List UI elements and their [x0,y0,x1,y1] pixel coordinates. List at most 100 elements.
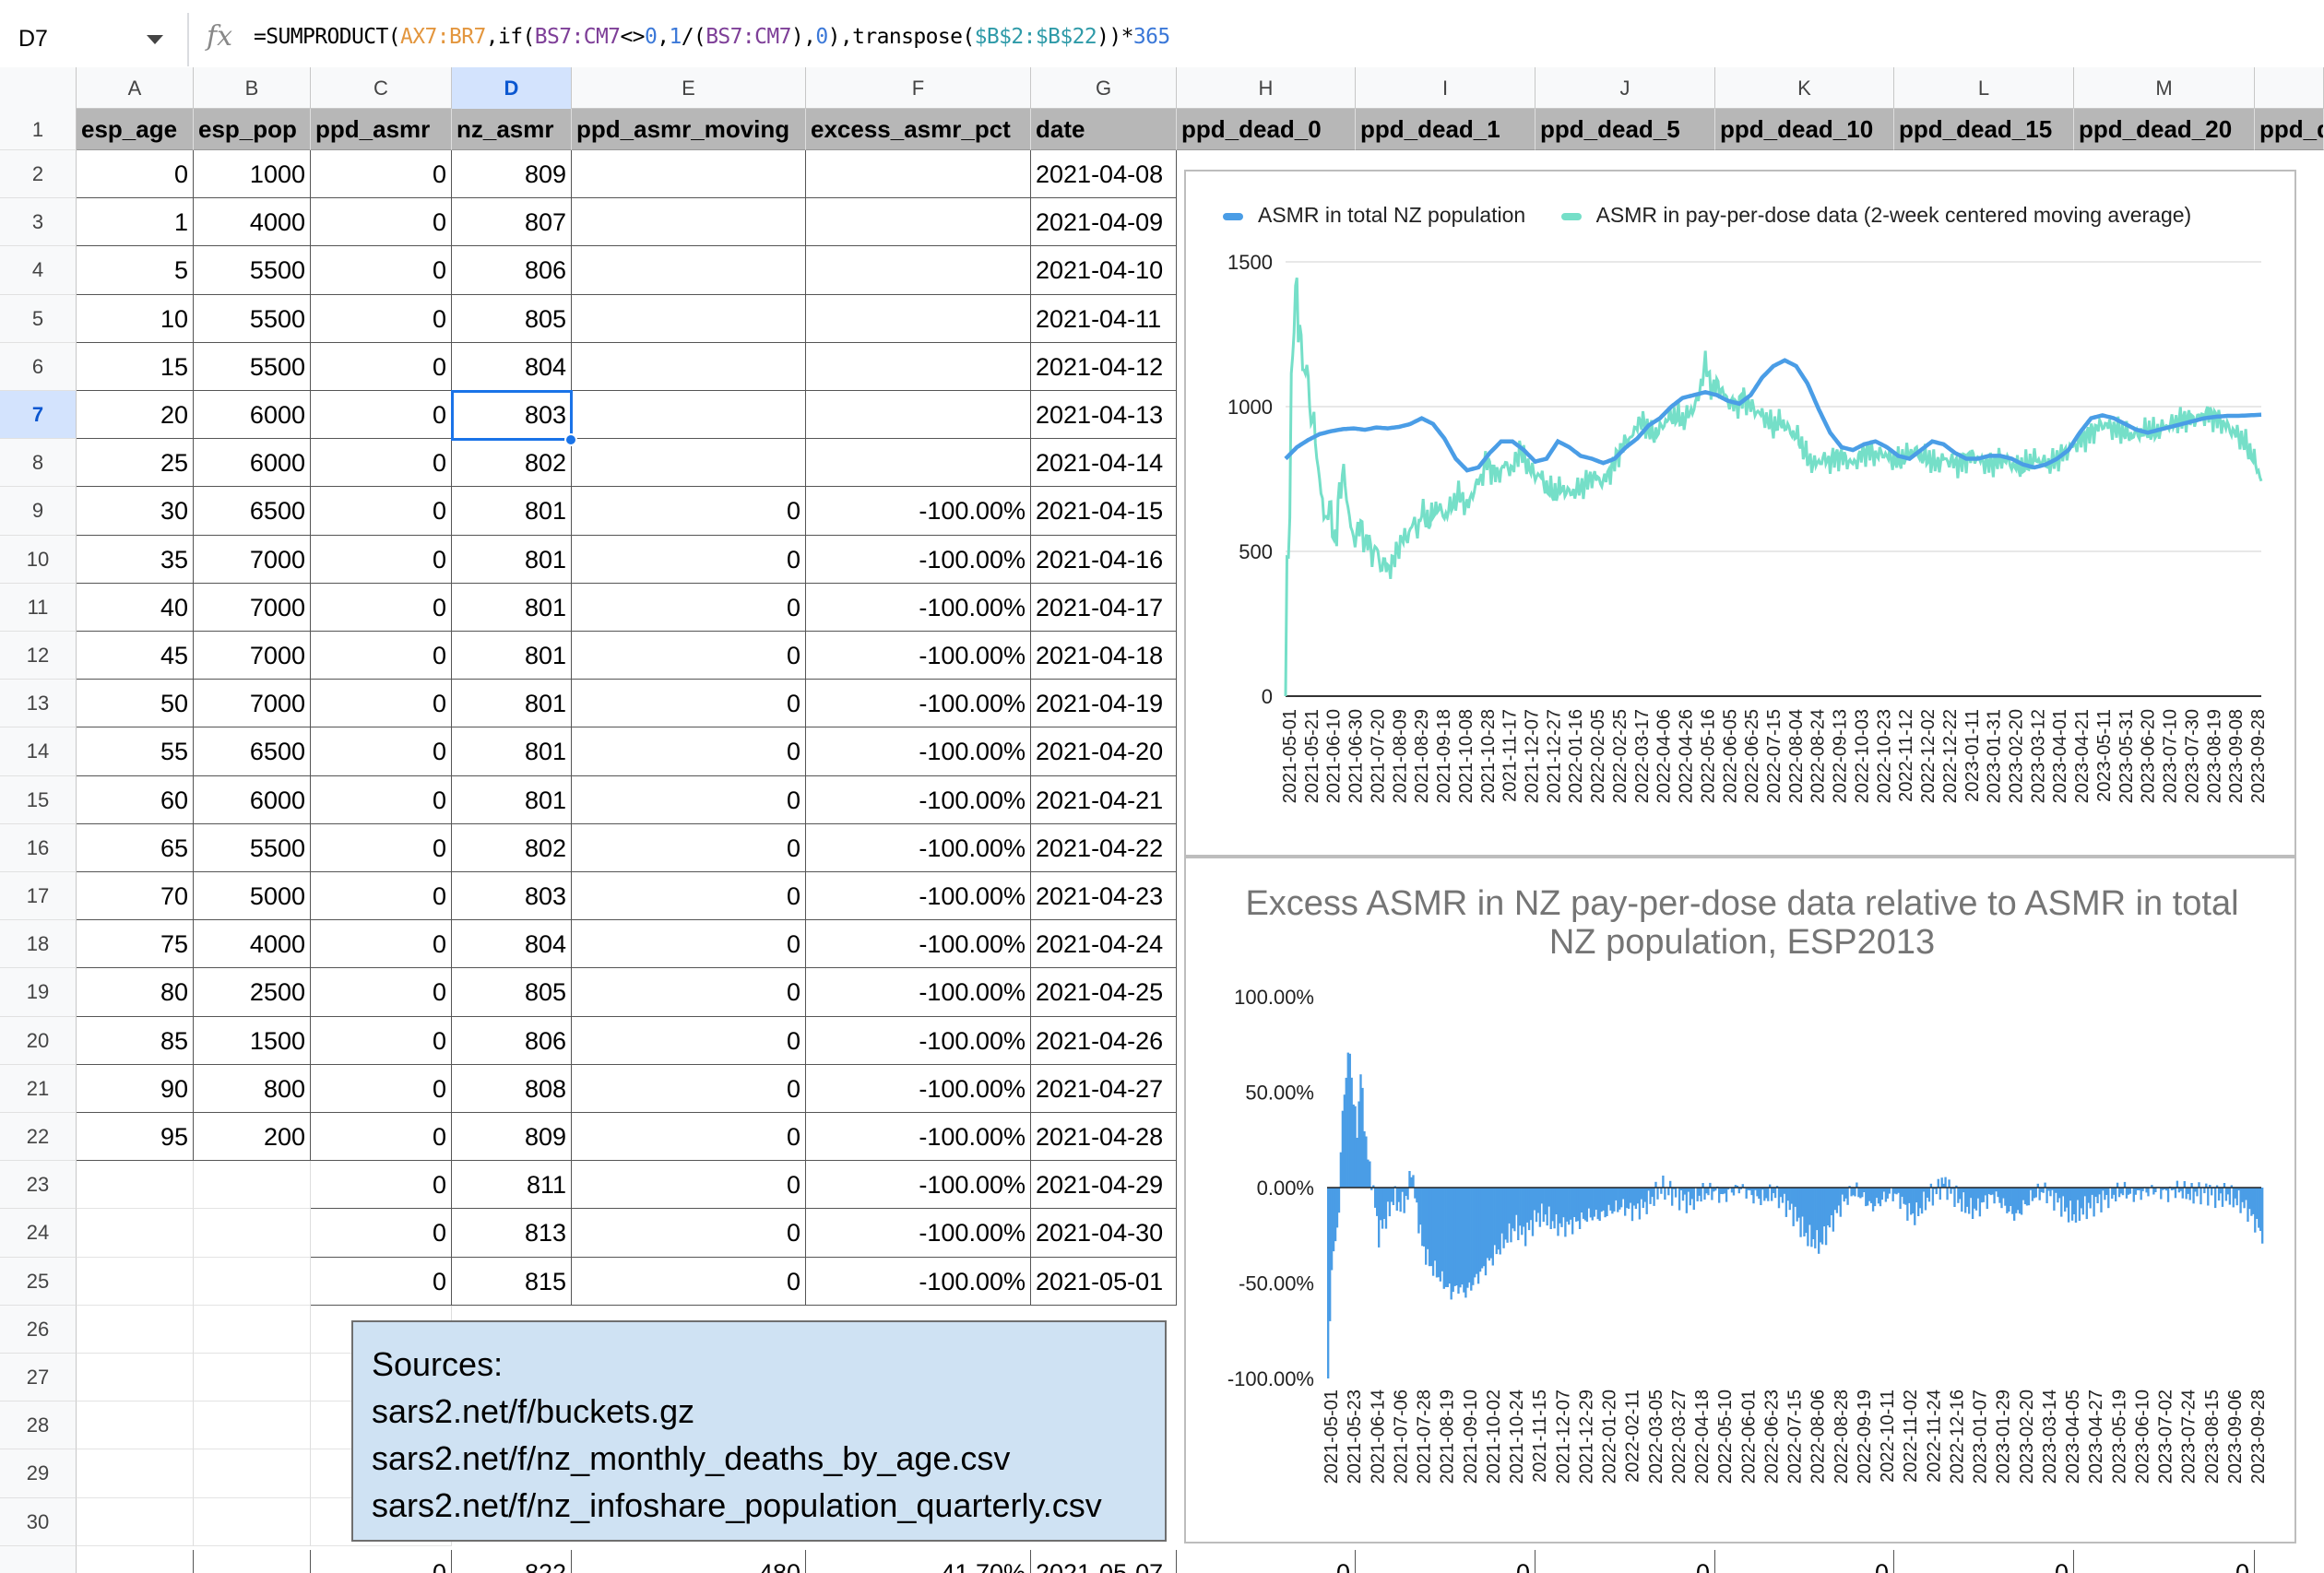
sources-note[interactable]: Sources: sars2.net/f/buckets.gz sars2.ne… [351,1320,1167,1542]
table-cell[interactable]: 0 [572,535,806,584]
table-cell[interactable]: 801 [452,487,572,536]
table-cell[interactable]: 0 [2074,1549,2255,1573]
table-cell[interactable]: 802 [452,439,572,488]
row-header-25[interactable]: 25 [0,1257,77,1306]
table-cell[interactable]: 805 [452,968,572,1017]
table-cell[interactable]: 0 [1536,1549,1715,1573]
table-cell[interactable]: 0 [572,1209,806,1258]
table-cell[interactable]: 6000 [194,439,311,488]
table-cell[interactable]: -100.00% [806,1113,1031,1162]
table-cell[interactable] [194,1305,311,1354]
table-cell[interactable] [194,1549,311,1573]
table-cell[interactable]: 0 [572,727,806,776]
table-cell[interactable]: 2021-04-17 [1031,583,1177,632]
table-cell[interactable]: 20 [77,391,194,440]
table-cell[interactable]: 6500 [194,727,311,776]
header-cell[interactable]: ppd_dead_10 [1715,109,1894,150]
table-cell[interactable]: 806 [452,246,572,295]
table-cell[interactable]: 0 [77,150,194,199]
row-header-22[interactable]: 22 [0,1113,77,1162]
table-cell[interactable]: 0 [572,487,806,536]
table-cell[interactable]: 5500 [194,294,311,343]
table-cell[interactable]: 2021-04-15 [1031,487,1177,536]
header-cell[interactable]: ppd_dead_1 [1356,109,1536,150]
table-cell[interactable]: 2021-04-10 [1031,246,1177,295]
table-cell[interactable]: 0 [572,920,806,969]
table-cell[interactable]: 804 [452,920,572,969]
row-header-27[interactable]: 27 [0,1354,77,1402]
table-cell[interactable] [806,439,1031,488]
table-cell[interactable] [806,342,1031,391]
table-cell[interactable]: 0 [311,342,452,391]
table-cell[interactable]: 2021-04-26 [1031,1016,1177,1065]
table-cell[interactable]: 2021-04-16 [1031,535,1177,584]
table-cell[interactable]: 75 [77,920,194,969]
table-cell[interactable]: 0 [311,775,452,824]
table-cell[interactable]: 2021-04-11 [1031,294,1177,343]
row-header-29[interactable]: 29 [0,1449,77,1498]
table-cell[interactable]: 2021-04-24 [1031,920,1177,969]
table-cell[interactable]: 2021-04-30 [1031,1209,1177,1258]
table-cell[interactable]: 65 [77,823,194,872]
table-cell[interactable]: 0 [572,583,806,632]
row-header-6[interactable]: 6 [0,342,77,391]
table-cell[interactable]: -100.00% [806,535,1031,584]
table-cell[interactable]: 0 [1177,1549,1356,1573]
row-header-4[interactable]: 4 [0,246,77,295]
table-cell[interactable]: 5000 [194,872,311,921]
table-cell[interactable]: 0 [572,1161,806,1210]
table-cell[interactable]: 2021-04-08 [1031,150,1177,199]
table-cell[interactable]: 0 [311,1549,452,1573]
table-cell[interactable] [572,342,806,391]
table-cell[interactable]: 5500 [194,246,311,295]
table-cell[interactable]: 25 [77,439,194,488]
row-header-13[interactable]: 13 [0,680,77,728]
table-cell[interactable]: 801 [452,680,572,728]
column-header-e[interactable]: E [572,67,806,109]
table-cell[interactable] [77,1209,194,1258]
header-cell[interactable]: ppd_dead_15 [1894,109,2074,150]
table-cell[interactable]: 1000 [194,150,311,199]
table-cell[interactable]: 0 [311,487,452,536]
table-cell[interactable] [77,1549,194,1573]
header-cell[interactable]: ppd_dead_20 [2074,109,2255,150]
table-cell[interactable]: -100.00% [806,1161,1031,1210]
column-header-f[interactable]: F [806,67,1031,109]
table-cell[interactable]: 801 [452,583,572,632]
header-cell[interactable]: ppd_asmr_moving [572,109,806,150]
table-cell[interactable]: 806 [452,1016,572,1065]
table-cell[interactable]: 0 [311,439,452,488]
table-cell[interactable] [77,1402,194,1450]
table-cell[interactable] [572,150,806,199]
table-cell[interactable]: 815 [452,1257,572,1306]
table-cell[interactable]: -100.00% [806,487,1031,536]
table-cell[interactable]: 45 [77,632,194,680]
row-header-23[interactable]: 23 [0,1161,77,1210]
table-cell[interactable]: 2021-04-29 [1031,1161,1177,1210]
table-cell[interactable]: 811 [452,1161,572,1210]
table-cell[interactable] [572,391,806,440]
table-cell[interactable] [77,1161,194,1210]
column-header-i[interactable]: I [1356,67,1536,109]
table-cell[interactable]: 807 [452,198,572,247]
table-cell[interactable]: 0 [311,1257,452,1306]
name-box[interactable]: D7 [0,13,189,66]
table-cell[interactable]: 2021-04-13 [1031,391,1177,440]
table-cell[interactable]: -41.70% [806,1549,1031,1573]
table-cell[interactable]: 2021-04-20 [1031,727,1177,776]
header-cell[interactable]: ppd_d [2255,109,2324,150]
column-header-m[interactable]: M [2074,67,2255,109]
table-cell[interactable]: 804 [452,342,572,391]
table-cell[interactable] [194,1354,311,1402]
row-header-3[interactable]: 3 [0,198,77,247]
table-cell[interactable] [572,439,806,488]
table-cell[interactable]: 5500 [194,342,311,391]
table-cell[interactable]: 7000 [194,680,311,728]
table-cell[interactable]: 5500 [194,823,311,872]
table-cell[interactable]: 2021-05-01 [1031,1257,1177,1306]
table-cell[interactable]: 0 [311,1161,452,1210]
table-cell[interactable]: 2021-04-18 [1031,632,1177,680]
column-header-g[interactable]: G [1031,67,1177,109]
column-header-l[interactable]: L [1894,67,2074,109]
row-header-20[interactable]: 20 [0,1016,77,1065]
